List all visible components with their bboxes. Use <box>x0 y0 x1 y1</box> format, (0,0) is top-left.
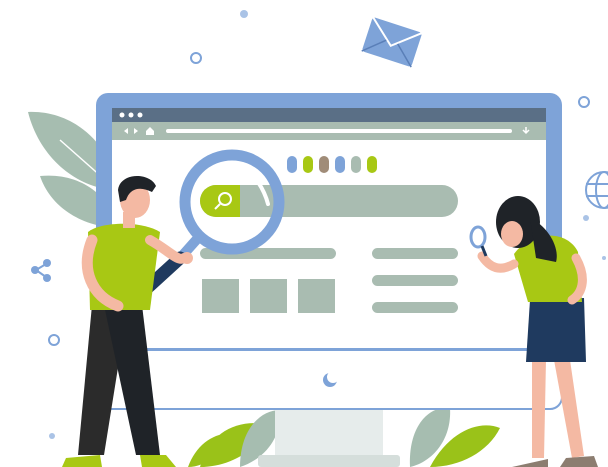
decor-ring <box>48 334 60 346</box>
decor-ring <box>190 52 202 64</box>
illustration-canvas <box>28 10 608 467</box>
search-bar[interactable] <box>200 185 458 217</box>
address-bar <box>112 122 546 140</box>
list-line <box>372 275 458 286</box>
envelope-icon <box>361 16 423 68</box>
globe-icon <box>585 171 608 209</box>
monitor-stand <box>258 408 400 467</box>
image-tile <box>202 279 239 313</box>
decor-dot <box>583 215 589 221</box>
url-field[interactable] <box>166 129 512 133</box>
seo-illustration <box>0 0 608 467</box>
color-swatch <box>319 156 329 173</box>
share-icon <box>31 259 51 282</box>
color-swatch <box>303 156 313 173</box>
window-dot[interactable] <box>119 112 125 118</box>
window-dot[interactable] <box>137 112 143 118</box>
list-line <box>372 248 458 259</box>
decor-dot <box>49 433 55 439</box>
color-swatch <box>287 156 297 173</box>
color-swatch <box>351 156 361 173</box>
list-line <box>372 302 458 313</box>
decor-dot <box>602 256 606 260</box>
color-swatch <box>335 156 345 173</box>
decor-ring <box>578 96 590 108</box>
browser-titlebar <box>112 108 546 122</box>
decor-dot <box>240 10 248 18</box>
list-lines <box>372 248 458 313</box>
image-tiles <box>202 279 335 313</box>
image-tile <box>250 279 287 313</box>
color-swatch <box>367 156 377 173</box>
image-tile <box>298 279 335 313</box>
window-dot[interactable] <box>128 112 134 118</box>
